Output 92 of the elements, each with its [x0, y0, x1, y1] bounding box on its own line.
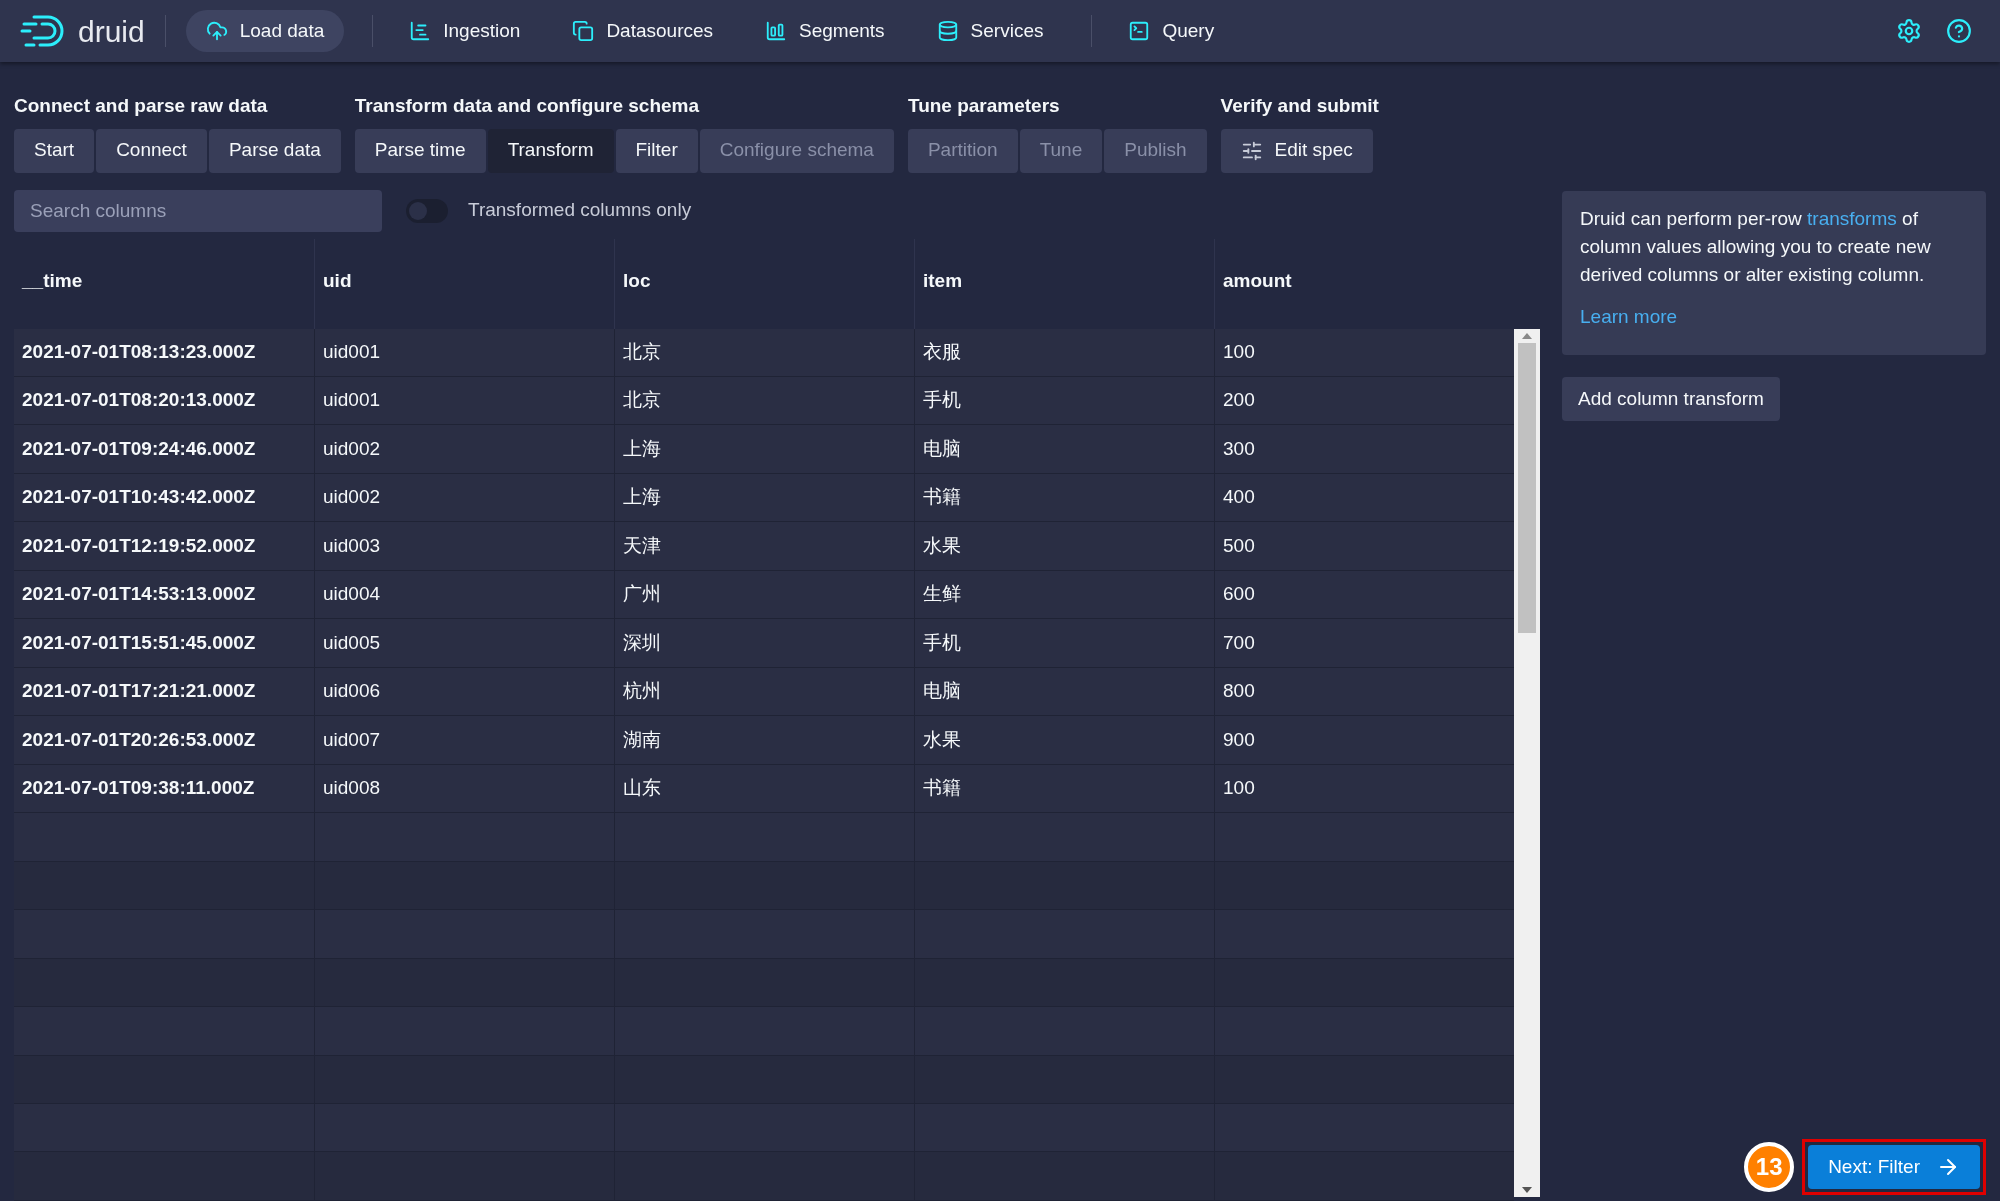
table-cell-text: 100	[1223, 340, 1255, 364]
cloud-upload-icon	[205, 20, 228, 42]
transforms-link[interactable]: transforms	[1807, 207, 1897, 229]
nav-tab[interactable]: Ingestion	[389, 10, 541, 52]
help-icon[interactable]	[1946, 18, 1972, 44]
windows-icon	[572, 20, 595, 42]
settings-icon[interactable]	[1896, 18, 1922, 44]
table-cell-text: 电脑	[923, 436, 961, 461]
step-tab[interactable]: Parse time	[354, 128, 486, 173]
table-cell-text: 上海	[623, 436, 661, 461]
console-icon	[1128, 20, 1151, 42]
step-tab[interactable]: Start	[14, 128, 95, 173]
next-button[interactable]: Next: Filter	[1808, 1145, 1980, 1189]
table-cell-text: 广州	[623, 582, 661, 607]
table-cell-text: 电脑	[923, 679, 961, 704]
table-cell-text: uid001	[323, 388, 381, 413]
table-cell-text: uid001	[323, 340, 381, 364]
table-cell-text: 2021-07-01T15:51:45.000Z	[22, 630, 256, 655]
step-group-title: Connect and parse raw data	[14, 94, 269, 118]
table-cell-text: 北京	[623, 388, 661, 413]
table-cell-text: 杭州	[623, 679, 661, 704]
table-cell-text: 2021-07-01T09:24:46.000Z	[22, 436, 256, 461]
table-cell-text: 生鲜	[923, 582, 961, 607]
column-header[interactable]: item	[923, 269, 963, 291]
nav-tab[interactable]: Load data	[185, 10, 345, 52]
table-cell-text: 北京	[623, 340, 661, 364]
table-cell-text: 2021-07-01T08:20:13.000Z	[22, 388, 256, 413]
learn-more-link[interactable]: Learn more	[1580, 302, 1968, 331]
scrollbar[interactable]	[1514, 328, 1540, 1197]
nav-tab[interactable]: Datasources	[552, 10, 734, 52]
table-cell-text: 深圳	[623, 630, 661, 655]
table-cell-text: 300	[1223, 436, 1255, 461]
bar-chart-icon	[765, 20, 788, 42]
table-cell-text: 书籍	[923, 485, 961, 510]
info-text: Druid can perform per-row transforms of column values allowing you to create new derived columns or alter existing column.	[1580, 206, 1932, 287]
toggle-label: Transformed columns only	[468, 198, 692, 223]
step-tab[interactable]: Parse data	[208, 128, 341, 173]
step-tab[interactable]: Filter	[615, 128, 698, 173]
chart-icon	[409, 20, 432, 42]
table-cell-text: 水果	[923, 727, 961, 752]
table-cell-text: 2021-07-01T10:43:42.000Z	[22, 485, 256, 510]
table-cell-text: 2021-07-01T20:26:53.000Z	[22, 727, 256, 752]
step-group-title: Transform data and configure schema	[354, 94, 700, 118]
table-cell-text: 手机	[923, 388, 961, 413]
logo-text: druid	[78, 13, 145, 50]
table-cell-text: uid006	[323, 679, 381, 704]
table-cell-text: 2021-07-01T09:38:11.000Z	[22, 776, 255, 801]
database-icon	[936, 20, 959, 42]
table-cell-text: 书籍	[923, 776, 961, 801]
table-cell-text: 上海	[623, 485, 661, 510]
step-tab[interactable]: Transform	[487, 128, 614, 173]
add-column-transform-button[interactable]: Add column transform	[1562, 377, 1780, 421]
table-cell-text: 湖南	[623, 727, 661, 752]
nav-tab[interactable]: Services	[916, 10, 1064, 52]
table-cell-text: 山东	[623, 776, 661, 801]
table-cell-text: 水果	[923, 533, 961, 558]
table-cell-text: 2021-07-01T12:19:52.000Z	[22, 533, 256, 558]
table-cell-text: uid002	[323, 436, 381, 461]
table-cell-text: uid002	[323, 485, 381, 510]
step-group-title: Verify and submit	[1220, 94, 1379, 118]
table-cell-text: uid003	[323, 533, 381, 558]
table-cell-text: 手机	[923, 630, 961, 655]
table-cell-text: uid007	[323, 727, 381, 752]
step-number-badge: 13	[1744, 1142, 1795, 1192]
table-cell-text: 800	[1223, 679, 1255, 704]
table-cell-text: 100	[1223, 776, 1255, 801]
nav-tab[interactable]: Segments	[745, 10, 905, 52]
nav-tab[interactable]: Query	[1108, 10, 1235, 52]
table-cell-text: uid008	[323, 776, 381, 801]
table-cell-text: 200	[1223, 388, 1255, 413]
step-tab[interactable]: Edit spec	[1220, 128, 1373, 173]
table-cell-text: 天津	[623, 533, 661, 558]
table-cell-text: 2021-07-01T14:53:13.000Z	[22, 582, 256, 607]
table-cell-text: 400	[1223, 485, 1255, 510]
table-cell-text: uid005	[323, 630, 381, 655]
column-header[interactable]: amount	[1223, 269, 1292, 291]
edit-icon	[1240, 139, 1263, 162]
table-cell-text: 2021-07-01T17:21:21.000Z	[22, 679, 256, 704]
column-header[interactable]: __time	[22, 269, 83, 291]
column-header[interactable]: uid	[323, 269, 352, 291]
step-group-title: Tune parameters	[907, 94, 1061, 118]
step-tab[interactable]: Connect	[96, 128, 207, 173]
table-cell-text: 2021-07-01T08:13:23.000Z	[22, 340, 256, 364]
table-cell-text: 600	[1223, 582, 1255, 607]
column-header[interactable]: loc	[623, 269, 651, 291]
table-cell-text: 900	[1223, 727, 1255, 752]
search-field[interactable]: Search columns	[14, 189, 382, 232]
table-cell-text: 700	[1223, 630, 1255, 655]
table-cell-text: 500	[1223, 533, 1255, 558]
toggle-switch[interactable]	[406, 198, 448, 223]
table-cell-text: uid004	[323, 582, 381, 607]
table-cell-text: 衣服	[923, 340, 961, 364]
